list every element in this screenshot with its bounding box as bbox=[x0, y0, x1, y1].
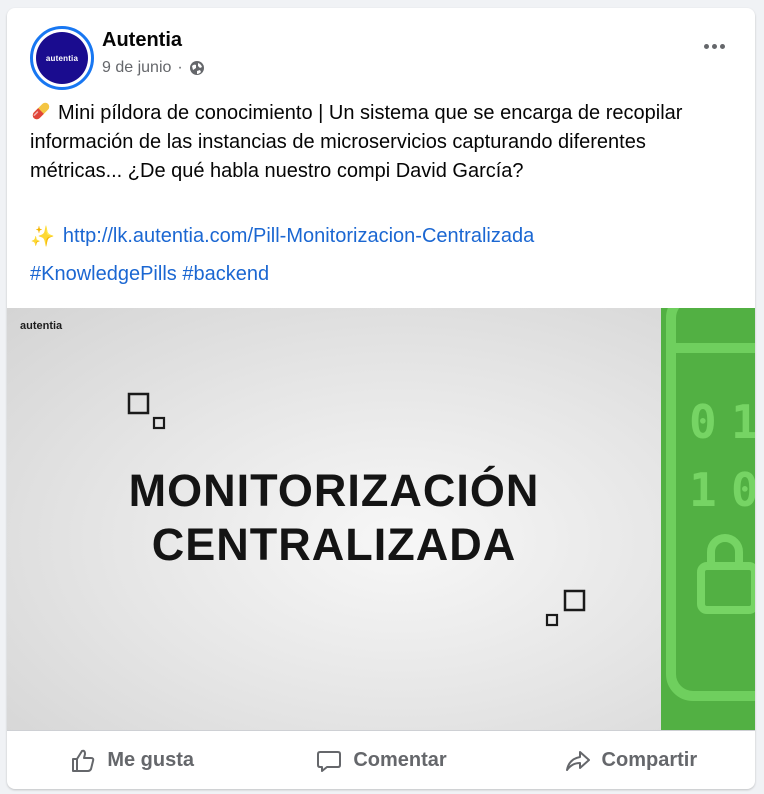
page-avatar[interactable]: autentia bbox=[30, 26, 94, 90]
like-icon bbox=[72, 749, 95, 772]
like-button[interactable]: Me gusta bbox=[7, 731, 256, 789]
hashtag-backend[interactable]: #backend bbox=[182, 263, 269, 285]
page-name[interactable]: Autentia bbox=[102, 29, 182, 52]
link-line: ✨ http://lk.autentia.com/Pill-Monitoriza… bbox=[30, 224, 534, 249]
post-text: Mini píldora de conocimiento | Un sistem… bbox=[30, 99, 730, 186]
pill-icon bbox=[32, 102, 50, 120]
green-char-3: 1 bbox=[689, 463, 717, 517]
post-card: autentia Autentia 9 de junio · Mini píld… bbox=[7, 8, 755, 789]
date-separator: · bbox=[177, 59, 183, 76]
green-char-2: 1 bbox=[731, 395, 755, 449]
sparkles-icon: ✨ bbox=[30, 226, 55, 248]
squares-decoration-top bbox=[127, 392, 166, 430]
image-green-strip: 0 1 1 0 bbox=[661, 308, 755, 730]
more-icon[interactable] bbox=[704, 44, 725, 49]
comment-label: Comentar bbox=[353, 749, 447, 771]
post-date[interactable]: 9 de junio bbox=[102, 59, 171, 77]
image-title-line-1: MONITORIZACIÓN bbox=[128, 465, 540, 516]
post-image[interactable]: 0 1 1 0 autentia MONITORIZACIÓN CENTRALI… bbox=[7, 308, 755, 730]
globe-icon bbox=[189, 60, 205, 76]
action-bar: Me gusta Comentar Compartir bbox=[7, 730, 755, 789]
post-link[interactable]: http://lk.autentia.com/Pill-Monitorizaci… bbox=[63, 225, 534, 248]
image-title-line-2: CENTRALIZADA bbox=[151, 519, 517, 570]
post-header: autentia Autentia 9 de junio · bbox=[7, 8, 755, 98]
share-label: Compartir bbox=[601, 749, 698, 771]
image-title: MONITORIZACIÓN CENTRALIZADA bbox=[7, 464, 661, 572]
avatar-logo: autentia bbox=[36, 32, 88, 84]
post-meta: 9 de junio · bbox=[102, 59, 205, 77]
green-char-4: 0 bbox=[731, 463, 755, 517]
like-label: Me gusta bbox=[107, 749, 194, 771]
green-char-1: 0 bbox=[689, 395, 717, 449]
image-brand: autentia bbox=[20, 320, 63, 332]
hashtag-knowledgepills[interactable]: #KnowledgePills bbox=[30, 263, 177, 285]
squares-decoration-bottom bbox=[545, 589, 586, 627]
share-button[interactable]: Compartir bbox=[506, 731, 755, 789]
comment-icon bbox=[317, 750, 342, 772]
post-body: Mini píldora de conocimiento | Un sistem… bbox=[30, 102, 683, 182]
share-icon bbox=[565, 750, 590, 771]
comment-button[interactable]: Comentar bbox=[256, 731, 505, 789]
hashtags: #KnowledgePills #backend bbox=[30, 263, 269, 286]
